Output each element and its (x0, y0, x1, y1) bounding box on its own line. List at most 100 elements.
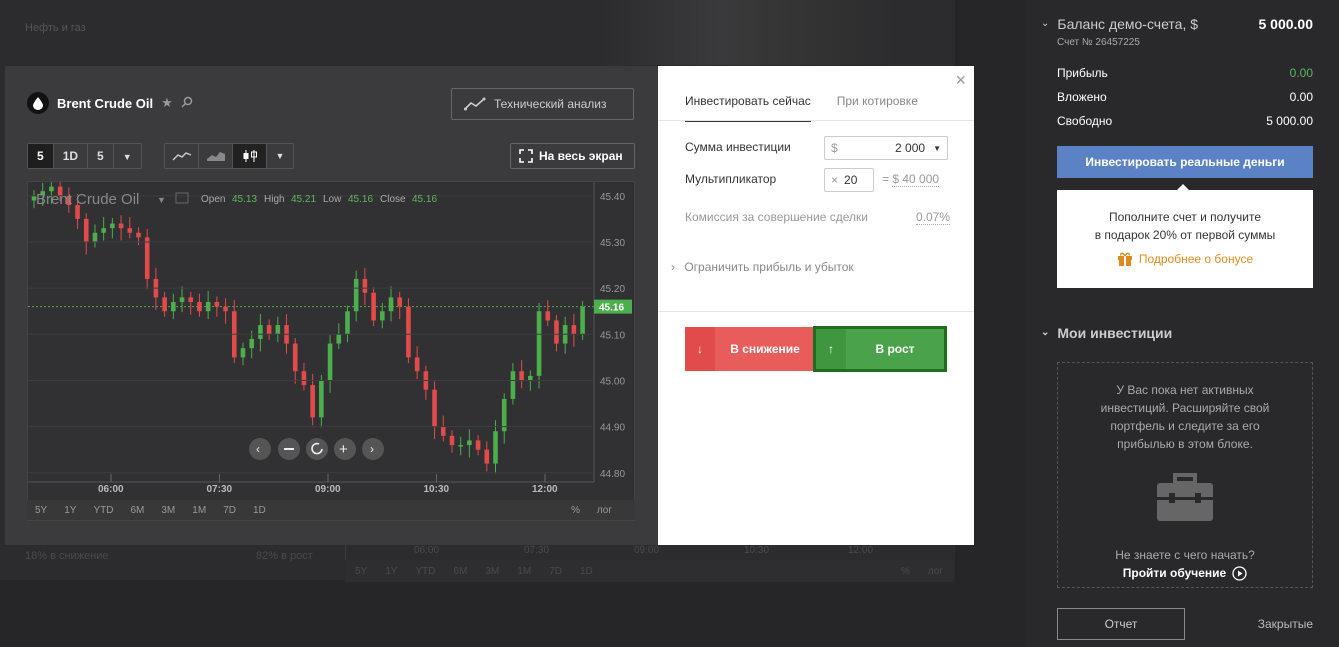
promo-line: в подарок 20% от первой суммы (1094, 228, 1276, 242)
limit-toggle[interactable]: › Ограничить прибыль и убыток (671, 260, 854, 274)
candle-body[interactable] (92, 232, 98, 242)
candle-body[interactable] (458, 445, 463, 447)
candle-body[interactable] (484, 449, 490, 464)
candle-body[interactable] (536, 311, 542, 376)
report-button[interactable]: Отчет (1057, 608, 1185, 640)
candle-body[interactable] (240, 348, 246, 358)
candle-body[interactable] (223, 306, 228, 312)
candle-body[interactable] (162, 297, 167, 312)
candle-body[interactable] (197, 302, 202, 312)
my-investments-header[interactable]: ⌄ Мои инвестиции (1041, 325, 1172, 341)
candle-body[interactable] (353, 278, 359, 312)
buy-up-button[interactable]: ↑ В рост (813, 326, 947, 372)
candle-body[interactable] (118, 223, 124, 229)
candle-body[interactable] (449, 435, 455, 446)
candle-body[interactable] (475, 440, 481, 450)
candle-body[interactable] (371, 292, 376, 321)
tutorial-link[interactable]: Пройти обучение (1058, 564, 1312, 582)
amount-select[interactable]: $ 2 000 ▼ (824, 136, 948, 160)
play-circle-icon (1232, 565, 1247, 581)
tab-at-quote[interactable]: При котировке (837, 94, 918, 122)
candle-body[interactable] (205, 302, 211, 312)
expand-icon (519, 149, 533, 163)
candle-body[interactable] (345, 311, 350, 335)
range-option[interactable]: 7D (223, 505, 236, 516)
timeframe-option[interactable]: 5 (28, 144, 54, 168)
candle-body[interactable] (327, 343, 333, 381)
candle-body[interactable] (110, 223, 115, 229)
candle-body[interactable] (580, 306, 585, 335)
range-option[interactable]: 1M (192, 505, 206, 516)
candle-body[interactable] (571, 325, 577, 335)
favorite-star-icon[interactable]: ★ (161, 95, 173, 111)
timeframe-dropdown[interactable]: ▼ (114, 144, 141, 168)
candle-body[interactable] (432, 389, 437, 427)
candle-body[interactable] (292, 343, 298, 372)
candle-body[interactable] (397, 297, 403, 307)
line-chart-button[interactable] (165, 144, 199, 168)
range-option[interactable]: YTD (93, 505, 113, 516)
candle-body[interactable] (214, 302, 220, 307)
camera-icon[interactable] (175, 192, 189, 204)
candle-body[interactable] (336, 334, 342, 344)
search-icon[interactable] (181, 96, 193, 111)
invested-value: 0.00 (1289, 90, 1313, 104)
multiply-sign: × (831, 173, 839, 187)
price-chart[interactable]: 12:00 10:30 09:00 07:30 06:00 44.80 44.90 45.00… (27, 175, 636, 521)
candle-body[interactable] (493, 431, 498, 464)
candle-body[interactable] (301, 371, 307, 386)
range-option[interactable]: 3M (161, 505, 175, 516)
timeframe-option[interactable]: 5 (88, 144, 114, 168)
tab-invest-now[interactable]: Инвестировать сейчас (685, 94, 811, 122)
candle-body[interactable] (319, 380, 324, 418)
candlestick-chart[interactable]: 12:00 10:30 09:00 07:30 06:00 44.80 44.90 45.00… (28, 175, 636, 502)
candle-body[interactable] (179, 297, 185, 302)
closed-tab[interactable]: Закрытые (1258, 617, 1313, 631)
fullscreen-button[interactable]: На весь экран (510, 143, 635, 169)
candle-body[interactable] (467, 440, 472, 446)
background-range: 3M (485, 566, 500, 577)
close-icon[interactable]: × (955, 70, 966, 91)
range-option[interactable]: 1D (253, 505, 266, 516)
candle-body[interactable] (275, 325, 281, 335)
range-option[interactable]: 6M (130, 505, 144, 516)
candle-body[interactable] (310, 385, 315, 418)
candle-body[interactable] (440, 426, 446, 436)
candle-body[interactable] (414, 357, 420, 372)
chart-type-dropdown[interactable]: ▼ (267, 144, 293, 168)
candle-body[interactable] (554, 320, 559, 344)
candle-body[interactable] (171, 302, 176, 312)
candle-body[interactable] (528, 375, 533, 381)
invest-real-money-button[interactable]: Инвестировать реальные деньги (1057, 146, 1313, 178)
chart-title-chevron-icon[interactable]: ▼ (157, 195, 166, 205)
candle-body[interactable] (388, 297, 394, 312)
candle-body[interactable] (136, 232, 141, 238)
candle-body[interactable] (545, 311, 551, 321)
candle-chart-button[interactable] (233, 144, 267, 168)
candle-body[interactable] (127, 228, 133, 233)
technical-analysis-button[interactable]: Технический анализ (451, 88, 634, 120)
balance-header[interactable]: ⌄ Баланс демо-счета, $ (1041, 16, 1198, 32)
sell-down-button[interactable]: ↓ В снижение (685, 327, 815, 371)
candle-body[interactable] (144, 237, 150, 279)
candle-body[interactable] (510, 371, 516, 399)
log-scale-toggle[interactable]: лог (597, 505, 612, 516)
area-chart-button[interactable] (199, 144, 233, 168)
range-option[interactable]: 1Y (64, 505, 76, 516)
timeframe-option[interactable]: 1D (54, 144, 89, 168)
multiplier-input[interactable]: × 20 (824, 168, 874, 192)
candle-body[interactable] (519, 371, 524, 381)
bonus-link[interactable]: Подробнее о бонусе (1057, 250, 1313, 268)
candle-body[interactable] (380, 311, 385, 321)
candle-body[interactable] (406, 306, 411, 358)
candle-body[interactable] (188, 297, 194, 302)
candle-body[interactable] (101, 228, 106, 233)
candle-body[interactable] (83, 218, 89, 242)
candle-body[interactable] (258, 325, 263, 339)
range-option[interactable]: 5Y (35, 505, 47, 516)
candle-body[interactable] (362, 278, 368, 293)
candle-body[interactable] (249, 338, 254, 349)
x-tick-label: 09:00 (315, 484, 341, 495)
percent-scale-toggle[interactable]: % (571, 505, 580, 516)
candle-body[interactable] (266, 325, 272, 335)
